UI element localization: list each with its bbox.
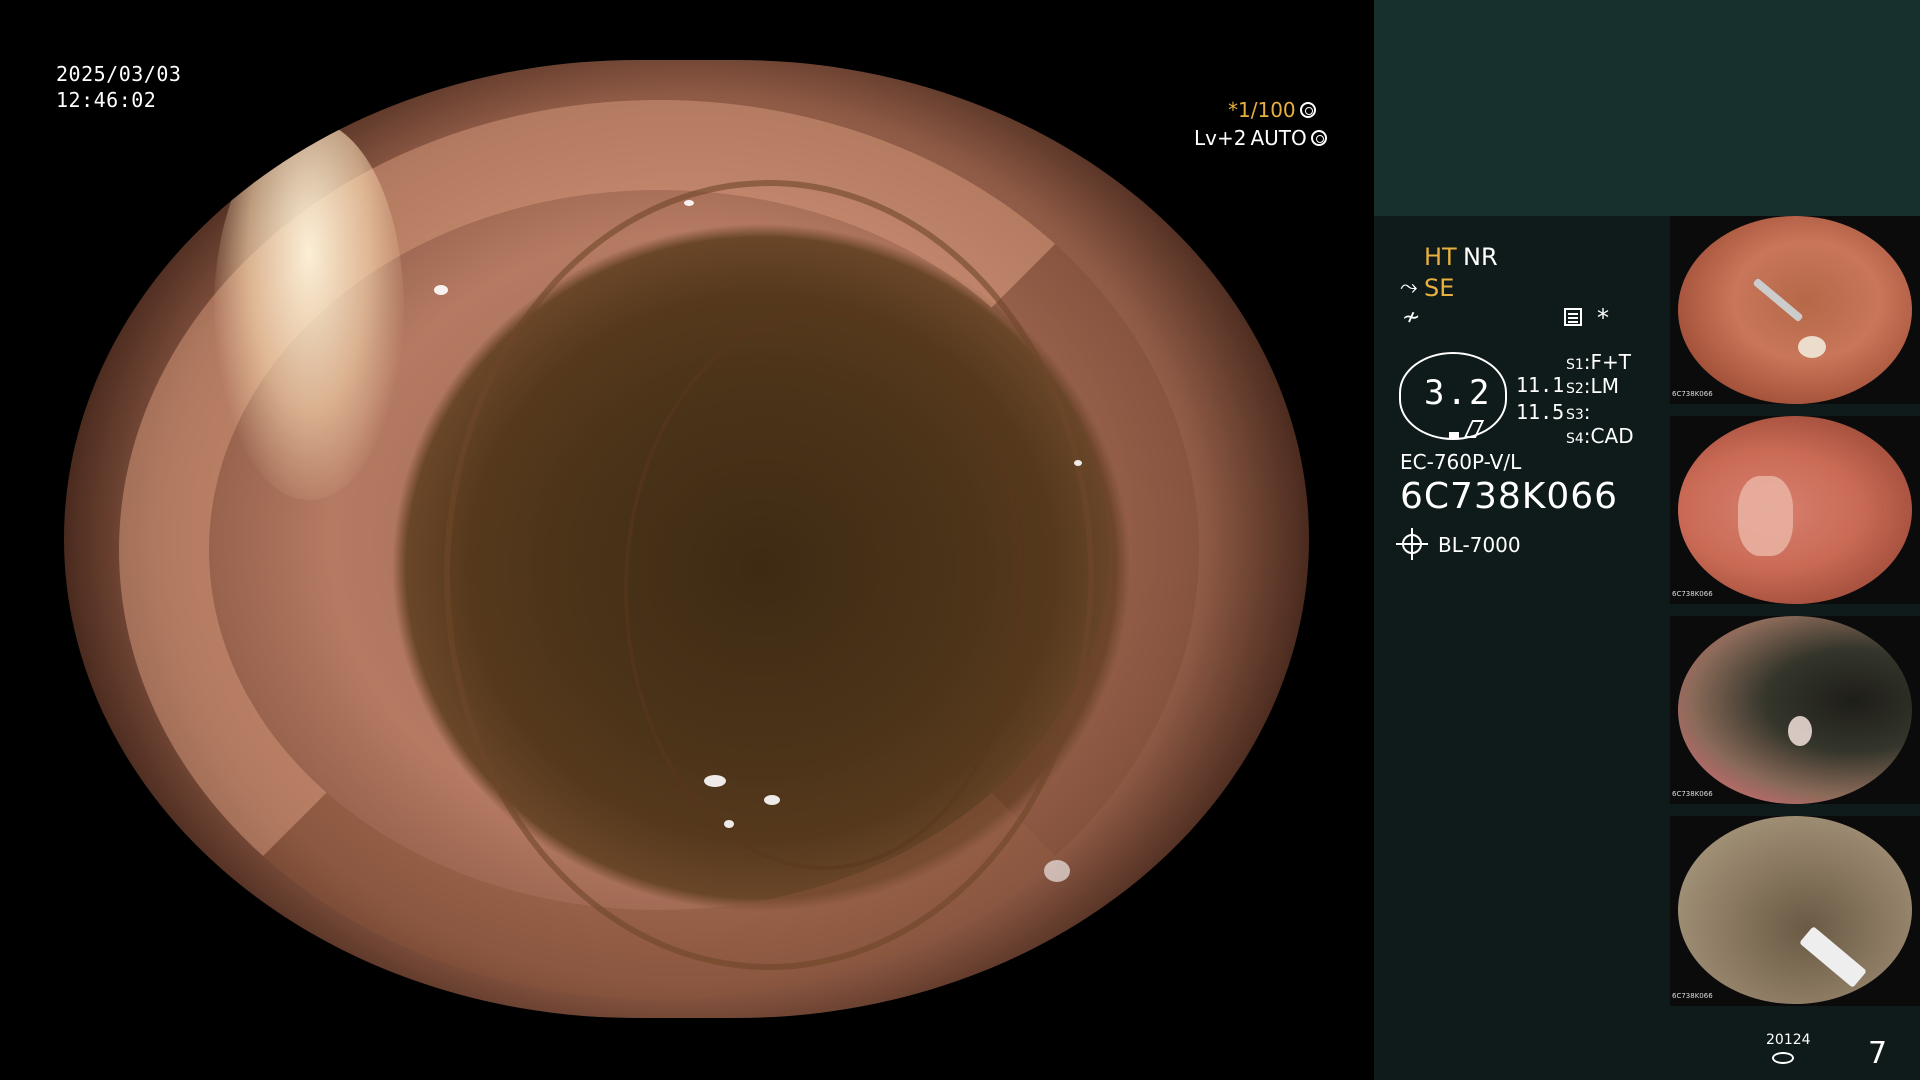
value-a: 11.1 (1516, 373, 1565, 397)
switch-s3: S3: (1566, 400, 1591, 424)
glint (764, 795, 780, 805)
glint (724, 820, 734, 828)
mode-nr-indicator: NR (1463, 243, 1498, 271)
value-b: 11.5 (1516, 400, 1565, 424)
info-panel: HT NR ⤳ SE ≁ * 3.2 11.1 11.5 S1:F+T S2:L… (1374, 0, 1920, 1080)
captured-thumbnail[interactable]: 6C738K066 (1670, 216, 1920, 404)
iris-icon (1310, 130, 1327, 146)
zoom-value: 3.2 (1424, 373, 1492, 413)
glint (1044, 860, 1070, 882)
structure-enhance-icon: ⤳ (1400, 275, 1418, 300)
mode-ht-indicator: HT (1424, 243, 1457, 271)
glint (1074, 460, 1082, 466)
date-readout: 2025/03/03 (56, 62, 182, 86)
mucosal-fold-mid (624, 310, 1024, 870)
thumbnail-caption: 6C738K066 (1672, 390, 1713, 398)
filter-icon: ≁ (1402, 305, 1421, 330)
star-indicator: * (1597, 304, 1609, 332)
counter-id: 20124 (1766, 1032, 1811, 1048)
brightness-level: Lv+2 AUTO (1194, 126, 1327, 150)
glint (684, 200, 694, 206)
thumbnail-caption: 6C738K066 (1672, 992, 1713, 1000)
shutter-icon (1299, 102, 1316, 118)
endoscope-live-view (64, 60, 1309, 1018)
thumbnail-image (1678, 416, 1912, 604)
level-value: Lv+2 (1194, 126, 1247, 150)
switch-s2: S2:LM (1566, 374, 1619, 398)
mode-se-indicator: SE (1424, 274, 1455, 302)
captured-thumbnail[interactable]: 6C738K066 (1670, 816, 1920, 1006)
light-source-icon (1396, 528, 1428, 560)
scope-serial: 6C738K066 (1400, 476, 1619, 517)
image-count: 7 (1868, 1036, 1888, 1071)
glint (704, 775, 726, 787)
zoom-mark-icon (1449, 432, 1459, 439)
captured-thumbnail[interactable]: 6C738K066 (1670, 616, 1920, 804)
list-icon (1564, 308, 1582, 326)
thumbnail-caption: 6C738K066 (1672, 590, 1713, 598)
panel-header-area (1374, 0, 1920, 216)
iris-value: AUTO (1250, 126, 1307, 150)
thumbnail-image (1678, 216, 1912, 404)
time-readout: 12:46:02 (56, 88, 157, 112)
thumbnail-caption: 6C738K066 (1672, 790, 1713, 798)
thumbnail-image (1678, 616, 1912, 804)
thumbnail-image (1678, 816, 1912, 1004)
shutter-speed: *1/100 (1228, 98, 1316, 122)
switch-s1: S1:F+T (1566, 350, 1632, 374)
scope-model: EC-760P-V/L (1400, 450, 1522, 474)
endoscopy-screen: 2025/03/03 12:46:02 *1/100 Lv+2 AUTO HT … (0, 0, 1920, 1080)
storage-disk-icon (1772, 1052, 1794, 1064)
glint (434, 285, 448, 295)
shutter-value: *1/100 (1228, 98, 1296, 122)
light-reflection (214, 120, 404, 500)
captured-thumbnail[interactable]: 6C738K066 (1670, 416, 1920, 604)
light-source-model: BL-7000 (1438, 533, 1521, 557)
switch-s4: S4:CAD (1566, 424, 1634, 448)
